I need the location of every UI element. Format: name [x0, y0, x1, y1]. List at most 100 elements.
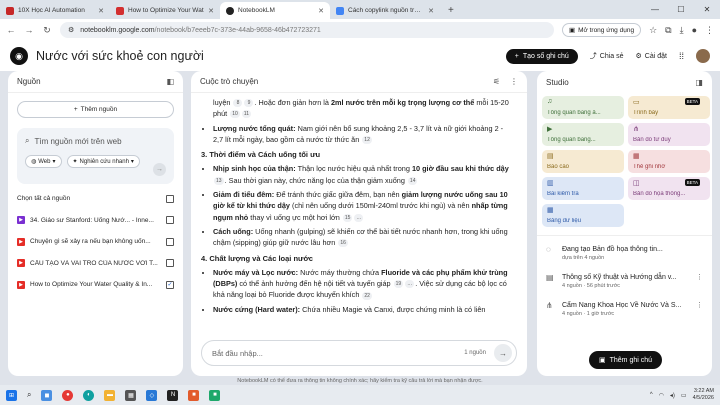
- apps-grid-icon[interactable]: ⁞⁞: [679, 51, 684, 61]
- edge-icon[interactable]: ◐: [83, 389, 95, 401]
- more-icon[interactable]: ⋮: [510, 77, 518, 86]
- chat-input[interactable]: Bắt đầu nhập... 1 nguồn →: [201, 340, 517, 366]
- avatar[interactable]: [696, 49, 710, 63]
- select-all-checkbox[interactable]: [166, 194, 174, 203]
- select-all-row[interactable]: Chọn tất cả nguồn: [8, 188, 183, 210]
- wifi-icon[interactable]: ◠: [659, 392, 664, 399]
- add-note-button[interactable]: ▣ Thêm ghi chú: [589, 351, 663, 369]
- citation-chip[interactable]: 12: [362, 135, 372, 144]
- citation-chip[interactable]: 11: [241, 110, 251, 119]
- citation-chip[interactable]: 16: [338, 239, 348, 248]
- source-title: CẤU TẠO VÀ VAI TRÒ CỦA NƯỚC VỚI T...: [30, 259, 158, 267]
- browser-tab-3[interactable]: NotebookLM ✕: [220, 2, 330, 19]
- source-item[interactable]: ▶ 34. Giáo sư Stanford: Uống Nướ... - Inn…: [8, 210, 183, 232]
- report-card[interactable]: ▤ Báo cáo: [542, 150, 624, 173]
- video-overview-card[interactable]: ▶ Tổng quan bằng...: [542, 123, 624, 146]
- minimize-icon[interactable]: —: [642, 5, 668, 14]
- new-tab-button[interactable]: +: [440, 2, 462, 19]
- mindmap-card[interactable]: ⋔ Bản đồ tư duy: [628, 123, 710, 146]
- submit-search-button[interactable]: →: [153, 163, 166, 176]
- file-explorer-icon[interactable]: ▬: [104, 389, 116, 401]
- notion-icon[interactable]: N: [167, 389, 179, 401]
- data-table-card[interactable]: ▦ Bảng dữ liệu: [542, 204, 624, 227]
- source-checkbox-checked[interactable]: ✓: [166, 280, 174, 289]
- source-checkbox[interactable]: [166, 259, 174, 268]
- slides-card[interactable]: ▭ BETA Trình bày: [628, 96, 710, 119]
- more-icon[interactable]: ⋮: [696, 273, 703, 281]
- note-item[interactable]: ⋔ Cẩm Nang Khoa Học Về Nước Và S... 4 nguồ…: [537, 301, 712, 317]
- chevron-up-icon[interactable]: ^: [650, 392, 653, 398]
- citation-chip[interactable]: 22: [362, 291, 372, 300]
- reload-icon[interactable]: ↻: [42, 25, 52, 36]
- source-item[interactable]: ▶ Chuyện gì sẽ xảy ra nếu bạn không uốn..…: [8, 231, 183, 253]
- citation-chip[interactable]: 15: [342, 213, 353, 222]
- research-chip[interactable]: ✦ Nghiên cứu nhanh ▾: [66, 155, 140, 168]
- settings-button[interactable]: ⚙ Cài đặt: [636, 52, 667, 61]
- browser-tab-1[interactable]: 10X Học AI Automation ✕: [0, 2, 110, 19]
- note-item[interactable]: ◌ Đang tạo Bản đồ họa thông tin... dựa trê…: [537, 245, 712, 261]
- speaker-icon[interactable]: ◂): [670, 392, 675, 399]
- add-source-button[interactable]: + Thêm nguồn: [17, 101, 174, 118]
- browser-tab-4[interactable]: Cách copylink nguồn trong not✕: [330, 2, 440, 19]
- site-info-icon[interactable]: ⚙: [68, 26, 74, 34]
- battery-icon[interactable]: ▭: [681, 392, 687, 399]
- web-chip[interactable]: ◍ Web ▾: [25, 155, 62, 168]
- citation-chip[interactable]: 9: [244, 99, 254, 108]
- share-button[interactable]: ⤴ Chia sẻ: [590, 51, 624, 61]
- citation-chip[interactable]: 14: [407, 176, 418, 185]
- source-checkbox[interactable]: [166, 237, 174, 246]
- open-in-app-button[interactable]: ▣ Mở trong ứng dụng: [561, 23, 642, 37]
- audio-overview-card[interactable]: ♫ Tổng quan bằng â...: [542, 96, 624, 119]
- close-tab-icon[interactable]: ✕: [428, 7, 434, 15]
- citation-chip[interactable]: 8: [233, 99, 243, 108]
- collapse-panel-icon[interactable]: ◨: [695, 78, 703, 87]
- app-icon[interactable]: ■: [209, 389, 221, 401]
- tune-icon[interactable]: ⚟: [493, 77, 500, 86]
- quiz-card[interactable]: ▥ Bài kiểm tra: [542, 177, 624, 200]
- search-icon[interactable]: ⌕: [27, 390, 31, 400]
- extensions-icon[interactable]: ⧉: [665, 25, 671, 36]
- close-tab-icon[interactable]: ✕: [208, 7, 214, 15]
- citation-chip[interactable]: 10: [230, 110, 240, 119]
- browser-tab-2[interactable]: How to Optimize Your Wat ✕: [110, 2, 220, 19]
- sources-panel: Nguồn ◧ + Thêm nguồn ⌕ Tìm nguồn mới trên w…: [8, 71, 183, 376]
- widgets-icon[interactable]: ◼: [41, 389, 53, 401]
- download-icon[interactable]: ⤓: [680, 25, 684, 36]
- close-tab-icon[interactable]: ✕: [318, 7, 324, 15]
- chevron-down-icon: ▾: [52, 159, 56, 165]
- maximize-icon[interactable]: ☐: [668, 5, 694, 14]
- store-icon[interactable]: ▦: [125, 389, 137, 401]
- flashcard-card[interactable]: ▦ Thẻ ghi nhớ: [628, 150, 710, 173]
- source-item[interactable]: ▶ How to Optimize Your Water Quality & In…: [8, 274, 183, 296]
- close-window-icon[interactable]: ✕: [694, 5, 720, 14]
- source-item[interactable]: ▶ CẤU TẠO VÀ VAI TRÒ CỦA NƯỚC VỚI T...: [8, 253, 183, 275]
- app-icon[interactable]: ■: [188, 389, 200, 401]
- citation-chip[interactable]: 13: [214, 176, 224, 185]
- forward-icon[interactable]: →: [24, 25, 34, 35]
- note-item[interactable]: ▤ Thông số Kỹ thuật và Hướng dẫn v... 4 ng…: [537, 273, 712, 289]
- star-icon[interactable]: ☆: [649, 25, 657, 36]
- close-tab-icon[interactable]: ✕: [98, 7, 104, 15]
- source-checkbox[interactable]: [166, 216, 174, 225]
- notebooklm-logo[interactable]: ◉: [10, 47, 28, 65]
- source-search-input[interactable]: Tìm nguồn mới trên web: [34, 137, 121, 146]
- citation-chip[interactable]: …: [405, 280, 415, 289]
- menu-icon[interactable]: ⋮: [705, 25, 714, 36]
- infographic-card[interactable]: ◫ BETA Bản đồ họa thông...: [628, 177, 710, 200]
- windows-start-icon[interactable]: ⊞: [6, 389, 17, 401]
- back-icon[interactable]: ←: [6, 25, 16, 35]
- more-icon[interactable]: ⋮: [696, 301, 703, 309]
- collapse-panel-icon[interactable]: ◧: [166, 77, 174, 86]
- vscode-icon[interactable]: ◇: [146, 389, 158, 401]
- citation-chip[interactable]: …: [354, 213, 364, 222]
- card-label: Báo cáo: [547, 164, 570, 170]
- url-field[interactable]: ⚙ notebooklm.google.com/notebook/b7eeeb7…: [60, 22, 554, 38]
- profile-icon[interactable]: ●: [692, 25, 697, 35]
- create-notebook-button[interactable]: + Tạo sổ ghi chú: [505, 48, 578, 64]
- arrow-right-icon: →: [499, 348, 507, 358]
- clock[interactable]: 3:22 AM 4/5/2026: [693, 388, 714, 402]
- chrome-icon[interactable]: ●: [62, 389, 74, 401]
- send-button[interactable]: →: [494, 344, 512, 362]
- citation-chip[interactable]: 19: [393, 280, 404, 289]
- notebook-title[interactable]: Nước với sức khoẻ con người: [36, 49, 204, 63]
